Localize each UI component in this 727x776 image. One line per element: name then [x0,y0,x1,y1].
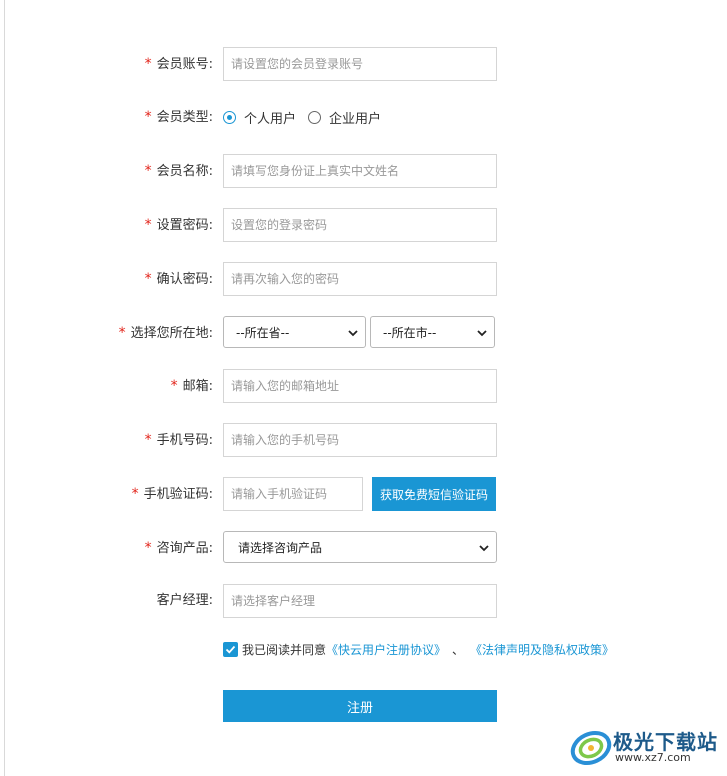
city-select[interactable]: --所在市-- [370,316,495,348]
manager-row: 客户经理: [0,584,727,618]
member-name-label: * 会员名称: [144,163,213,179]
location-label: * 选择您所在地: [118,325,213,341]
required-mark: * [144,56,152,72]
sms-code-row: *手机验证码: 获取免费短信验证码 [0,477,727,511]
user-agreement-link[interactable]: 《快云用户注册协议》 [326,641,446,658]
check-icon [225,645,236,654]
radio-personal[interactable]: 个人用户 [223,108,296,127]
account-input[interactable] [223,47,497,81]
phone-row: * 手机号码: [0,423,727,457]
password-label: * 设置密码: [144,217,213,233]
manager-input[interactable] [223,584,497,618]
watermark-logo: 极光下载站 www.xz7.com [565,722,725,772]
required-mark: * [144,271,152,287]
chevron-down-icon [479,545,489,552]
agreement-line: 我已阅读并同意 《快云用户注册协议》 、 《法律声明及隐私权政策》 [223,640,614,658]
required-mark: * [131,486,139,502]
member-name-row: * 会员名称: [0,154,727,188]
register-button[interactable]: 注册 [223,690,497,722]
phone-input[interactable] [223,423,497,457]
get-sms-code-button[interactable]: 获取免费短信验证码 [372,477,496,511]
password-row: * 设置密码: [0,208,727,242]
product-select[interactable]: 请选择咨询产品 [223,531,497,563]
chevron-down-icon [348,330,358,337]
agreement-checkbox[interactable] [223,641,238,657]
product-label: * 咨询产品: [144,540,213,556]
email-row: * 邮箱: [0,369,727,403]
required-mark: * [144,217,152,233]
confirm-password-label: * 确认密码: [144,271,213,287]
account-row: * 会员账号: [0,47,727,81]
member-type-label: * 会员类型: [144,109,213,125]
member-name-input[interactable] [223,154,497,188]
radio-unchecked-icon[interactable] [308,110,322,124]
required-mark: * [144,432,152,448]
email-input[interactable] [223,369,497,403]
phone-label: * 手机号码: [144,432,213,448]
logo-swirl-icon [570,730,612,766]
password-input[interactable] [223,208,497,242]
agreement-text: 我已阅读并同意 [242,642,327,657]
radio-enterprise[interactable]: 企业用户 [308,108,381,127]
confirm-password-row: * 确认密码: [0,262,727,296]
sms-code-input[interactable] [223,477,363,511]
province-select[interactable]: --所在省-- [223,316,366,348]
manager-label: 客户经理: [156,593,213,608]
agreement-separator: 、 [452,642,465,657]
product-row: * 咨询产品: 请选择咨询产品 [0,531,727,565]
radio-checked-icon[interactable] [223,110,236,124]
sms-code-label: * 手机验证码: [131,486,213,502]
privacy-policy-link[interactable]: 《法律声明及隐私权政策》 [470,641,614,658]
email-label: * 邮箱: [170,378,213,394]
confirm-password-input[interactable] [223,262,497,296]
account-label: * 会员账号: [144,56,213,72]
member-type-row: * 会员类型: 个人用户 企业用户 [0,100,727,134]
location-row: * 选择您所在地: --所在省-- --所在市-- [0,316,727,350]
watermark-url: www.xz7.com [615,751,691,764]
chevron-down-icon [477,330,487,337]
required-mark: * [170,378,178,394]
member-type-radio-group: 个人用户 企业用户 [223,100,393,134]
required-mark: * [118,325,126,341]
required-mark: * [144,540,152,556]
required-mark: * [144,163,152,179]
required-mark: * [144,109,152,125]
